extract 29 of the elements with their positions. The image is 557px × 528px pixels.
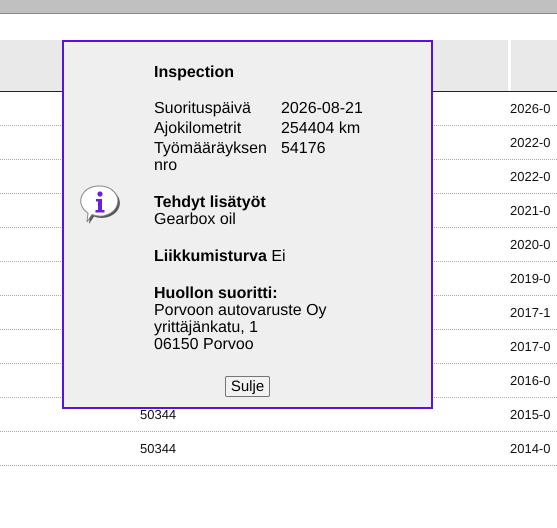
table-cell: 50344 <box>140 441 176 456</box>
close-button[interactable]: Sulje <box>224 376 270 397</box>
date-cell: 2015-0 <box>510 407 550 422</box>
table-cell: 50344 <box>140 407 176 422</box>
field-label: Suorituspäivä <box>154 100 252 117</box>
field-label: Ajokilometrit <box>154 120 242 137</box>
field-value: 254404 km <box>281 120 362 137</box>
date-cell: 2014-0 <box>510 441 550 456</box>
date-cell: 2017-0 <box>510 339 550 354</box>
date-cell: 2020-0 <box>510 237 550 252</box>
section-line: Gearbox oil <box>154 211 237 228</box>
field-value: 2026-08-21 <box>281 100 363 117</box>
date-cell: 2021-0 <box>510 203 550 218</box>
date-cell: 2022-0 <box>510 169 550 184</box>
section-heading: Huollon suoritti: <box>154 285 279 302</box>
field-value: 54176 <box>281 140 326 159</box>
section-line: Liikkumisturva Ei <box>154 248 286 265</box>
date-cell: 2022-0 <box>510 135 550 150</box>
section-line: 06150 Porvoo <box>154 336 255 353</box>
info-icon <box>79 183 121 225</box>
date-cell: 2017-1 <box>510 305 550 320</box>
dialog-title: Inspection <box>154 64 236 81</box>
date-cell: 2019-0 <box>510 271 550 286</box>
date-cell: 2026-0 <box>510 101 550 116</box>
section-line: yrittäjänkatu, 1 <box>154 319 260 336</box>
field-label: Työmääräyksen nro <box>154 140 268 174</box>
section-heading: Tehdyt lisätyöt <box>154 194 267 211</box>
date-cell: 2016-0 <box>510 373 550 388</box>
section-line: Porvoon autovaruste Oy <box>154 302 328 319</box>
